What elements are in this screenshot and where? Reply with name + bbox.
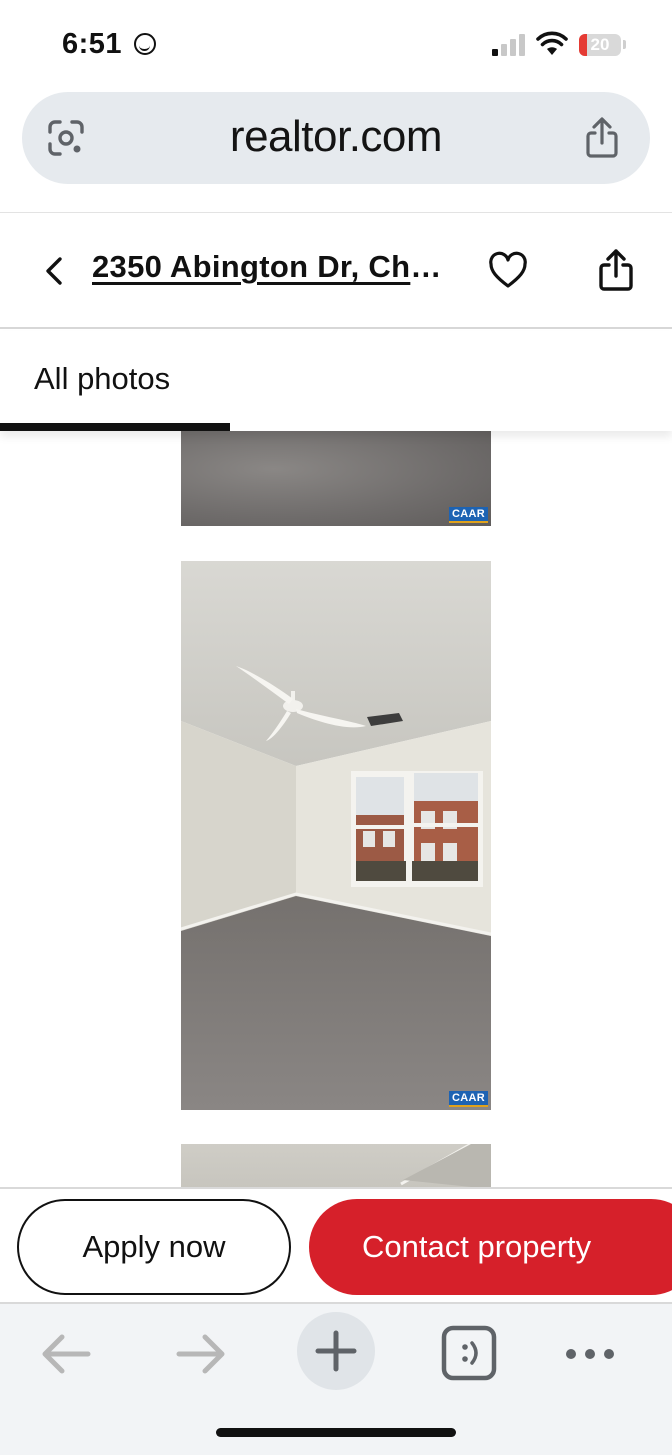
listing-photo[interactable]: CAAR: [181, 431, 491, 526]
battery-level: 20: [590, 35, 610, 54]
share-icon[interactable]: [596, 247, 636, 293]
address-bar[interactable]: realtor.com: [22, 92, 650, 184]
back-chevron-icon[interactable]: [40, 253, 70, 289]
more-icon[interactable]: [552, 1316, 628, 1392]
listing-address-link[interactable]: 2350 Abington Dr, Charlottesville, VA: [92, 249, 452, 285]
listing-header: 2350 Abington Dr, Charlottesville, VA: [0, 212, 672, 329]
photo-preview-image: [400, 1144, 491, 1187]
tab-all-photos-label: All photos: [34, 361, 171, 396]
action-bar: Apply now Contact property: [0, 1187, 672, 1304]
active-tab-indicator: [0, 423, 230, 431]
photo-watermark: CAAR: [449, 507, 488, 523]
battery-icon: 20: [579, 34, 621, 56]
tabs-icon[interactable]: [432, 1316, 508, 1392]
battery-nub: [623, 40, 626, 49]
status-bar: 6:51 20: [0, 0, 672, 90]
listing-photo[interactable]: CAAR: [181, 561, 491, 1110]
new-tab-button[interactable]: [297, 1312, 375, 1390]
forward-arrow-icon[interactable]: [163, 1316, 239, 1392]
tab-all-photos[interactable]: All photos: [0, 331, 230, 431]
photo-watermark: CAAR: [449, 1091, 488, 1107]
status-time: 6:51: [62, 28, 123, 60]
listing-photo[interactable]: [181, 1144, 491, 1187]
browser-share-icon[interactable]: [582, 116, 622, 160]
plus-icon: [315, 1330, 357, 1372]
photo-gallery[interactable]: CAAR CAAR: [0, 431, 672, 1187]
wifi-icon: [536, 31, 568, 55]
focus-mode-icon: [134, 33, 156, 55]
browser-toolbar: [0, 1304, 672, 1455]
bedroom-photo-image: [181, 561, 491, 1110]
url-text[interactable]: realtor.com: [22, 112, 650, 162]
photo-tabs: All photos: [0, 331, 672, 431]
home-indicator[interactable]: [216, 1428, 456, 1437]
back-arrow-icon[interactable]: [28, 1316, 104, 1392]
favorite-heart-icon[interactable]: [488, 251, 528, 291]
apply-now-button[interactable]: Apply now: [17, 1199, 291, 1295]
cellular-signal-icon: [492, 34, 526, 56]
contact-property-button[interactable]: Contact property: [309, 1199, 672, 1295]
